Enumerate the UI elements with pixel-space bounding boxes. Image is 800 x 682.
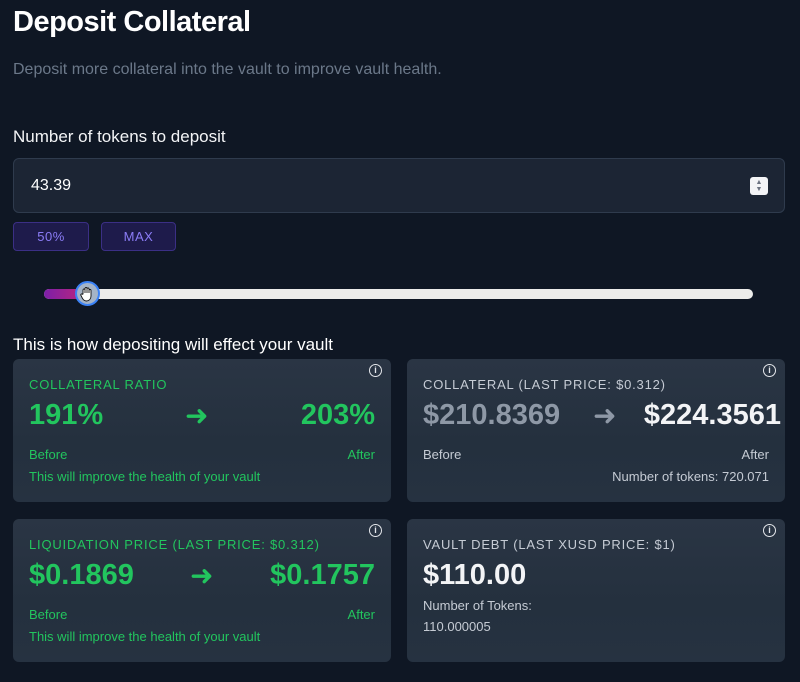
half-button[interactable]: 50%	[13, 222, 89, 251]
grab-hand-cursor-icon	[80, 286, 92, 301]
page-title: Deposit Collateral	[13, 6, 251, 38]
vault-debt-card: i VAULT DEBT (LAST XUSD PRICE: $1) $110.…	[407, 519, 785, 662]
deposit-amount-label: Number of tokens to deposit	[13, 127, 226, 146]
debt-value: $110.00	[423, 559, 527, 591]
deposit-amount-value[interactable]: 43.39	[31, 177, 71, 195]
token-count: Number of tokens: 720.071	[612, 469, 769, 484]
chevron-down-icon[interactable]: ▼	[756, 186, 763, 193]
liquidation-price-card: i LIQUIDATION PRICE (LAST PRICE: $0.312)…	[13, 519, 391, 662]
after-label: After	[347, 447, 375, 462]
before-value: 191%	[29, 399, 104, 431]
arrow-right-icon: ➜	[185, 400, 209, 431]
effect-heading: This is how depositing will effect your …	[13, 335, 334, 354]
page-subtitle: Deposit more collateral into the vault t…	[13, 61, 442, 78]
after-value: $224.3561	[643, 399, 781, 431]
card-label: LIQUIDATION PRICE (LAST PRICE: $0.312)	[29, 537, 320, 552]
chevron-up-icon[interactable]: ▲	[756, 179, 763, 186]
info-icon[interactable]: i	[763, 524, 776, 537]
health-note: This will improve the health of your vau…	[29, 629, 261, 644]
after-label: After	[741, 447, 769, 462]
number-stepper[interactable]: ▲ ▼	[750, 177, 768, 195]
before-label: Before	[423, 447, 462, 462]
after-value: 203%	[300, 399, 375, 431]
health-note: This will improve the health of your vau…	[29, 469, 261, 484]
tokens-label: Number of Tokens:	[423, 598, 532, 613]
before-value: $210.8369	[423, 399, 561, 431]
tokens-value: 110.000005	[423, 619, 491, 634]
info-icon[interactable]: i	[763, 364, 776, 377]
before-label: Before	[29, 607, 68, 622]
info-icon[interactable]: i	[369, 364, 382, 377]
max-button[interactable]: MAX	[101, 222, 176, 251]
after-label: After	[347, 607, 375, 622]
card-label: COLLATERAL RATIO	[29, 377, 168, 392]
arrow-right-icon: ➜	[190, 560, 214, 591]
before-value: $0.1869	[29, 559, 134, 591]
slider-handle[interactable]	[74, 281, 100, 306]
after-value: $0.1757	[270, 559, 375, 591]
collateral-ratio-card: i COLLATERAL RATIO 191% ➜ 203% Before Af…	[13, 359, 391, 502]
collateral-card: i COLLATERAL (LAST PRICE: $0.312) $210.8…	[407, 359, 785, 502]
before-label: Before	[29, 447, 68, 462]
card-label: VAULT DEBT (LAST XUSD PRICE: $1)	[423, 537, 676, 552]
card-label: COLLATERAL (LAST PRICE: $0.312)	[423, 377, 666, 392]
info-icon[interactable]: i	[369, 524, 382, 537]
deposit-slider[interactable]	[44, 289, 753, 299]
deposit-amount-input[interactable]: 43.39 ▲ ▼	[13, 158, 785, 213]
arrow-right-icon: ➜	[593, 400, 617, 431]
